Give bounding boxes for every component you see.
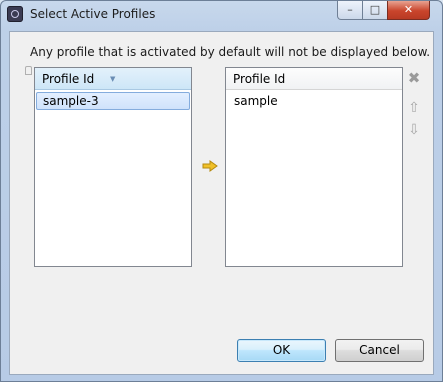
active-header-label: Profile Id (233, 72, 286, 86)
app-icon (7, 6, 23, 22)
cancel-button[interactable]: Cancel (335, 339, 424, 362)
description-text: Any profile that is activated by default… (30, 45, 431, 59)
dialog-window: Select Active Profiles – □ ✕ Any profile… (0, 0, 443, 382)
available-profile-row[interactable]: sample-3 (36, 92, 190, 110)
available-header-label: Profile Id (42, 72, 95, 86)
arrow-up-icon[interactable]: ⇧ (406, 100, 422, 116)
remove-icon[interactable]: ✖ (406, 70, 422, 86)
field-marker-icon (25, 66, 32, 75)
maximize-button[interactable]: □ (362, 1, 388, 20)
title-bar[interactable]: Select Active Profiles – □ ✕ (1, 1, 442, 29)
active-profile-id-header[interactable]: Profile Id (226, 68, 402, 90)
available-profile-id-header[interactable]: Profile Id ▼ (35, 68, 191, 90)
available-profiles-table[interactable]: Profile Id ▼ sample-3 (34, 67, 192, 267)
window-title: Select Active Profiles (30, 7, 156, 21)
close-button[interactable]: ✕ (387, 1, 430, 20)
active-profiles-table[interactable]: Profile Id sample (225, 67, 403, 267)
arrow-right-icon[interactable] (202, 160, 218, 172)
sort-indicator-icon: ▼ (110, 75, 116, 83)
dialog-content: Any profile that is activated by default… (9, 31, 434, 375)
arrow-down-icon[interactable]: ⇩ (406, 122, 422, 138)
active-profile-row[interactable]: sample (227, 92, 401, 110)
minimize-button[interactable]: – (337, 1, 363, 20)
ok-button[interactable]: OK (237, 339, 326, 362)
